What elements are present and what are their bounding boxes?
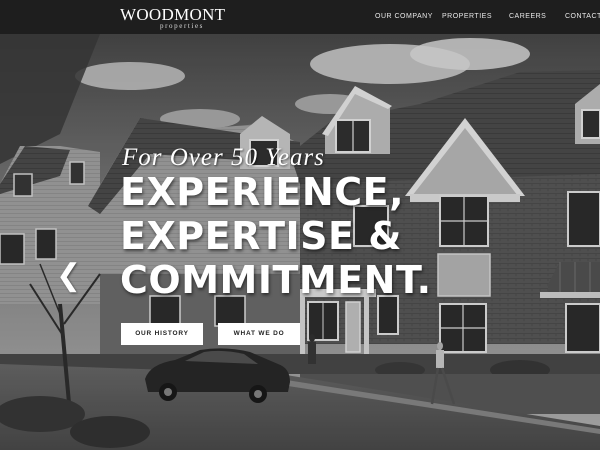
hero-tagline: For Over 50 Years: [122, 144, 325, 171]
nav-properties[interactable]: PROPERTIES: [442, 12, 492, 21]
nav-contact-us[interactable]: CONTACT US: [565, 12, 600, 21]
what-we-do-button[interactable]: WHAT WE DO: [218, 323, 300, 345]
page: WOODMONT properties OUR COMPANY PROPERTI…: [0, 0, 600, 450]
headline-line-2: EXPERTISE &: [120, 214, 402, 258]
nav-careers[interactable]: CAREERS: [509, 12, 546, 21]
headline-line-3: COMMITMENT.: [120, 258, 432, 302]
site-header: WOODMONT properties OUR COMPANY PROPERTI…: [0, 0, 600, 34]
main-nav: OUR COMPANY PROPERTIES CAREERS CONTACT U…: [0, 0, 600, 34]
nav-our-company[interactable]: OUR COMPANY: [375, 12, 433, 21]
our-history-button[interactable]: OUR HISTORY: [121, 323, 203, 345]
headline-line-1: EXPERIENCE,: [120, 170, 405, 214]
chevron-left-icon[interactable]: ❮: [56, 259, 81, 293]
hero-banner: ❮ For Over 50 Years EXPERIENCE, EXPERTIS…: [0, 34, 600, 450]
hero-headline: EXPERIENCE, EXPERTISE & COMMITMENT.: [120, 170, 432, 302]
